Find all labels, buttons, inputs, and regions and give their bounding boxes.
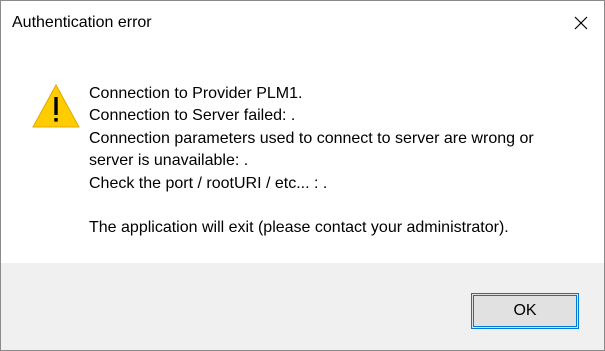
message-line: Connection parameters used to connect to… (89, 129, 534, 147)
ok-button[interactable]: OK (471, 293, 579, 329)
error-message: Connection to Provider PLM1. Connection … (89, 83, 589, 240)
message-line: server is unavailable: . (89, 152, 249, 170)
exit-notice: The application will exit (please contac… (89, 219, 509, 237)
button-bar: OK (1, 263, 604, 350)
title-bar[interactable]: Authentication error (1, 1, 604, 45)
message-line: Connection to Provider PLM1. (89, 85, 303, 102)
close-button[interactable] (558, 1, 604, 45)
message-line: Check the port / rootURI / etc... : . (89, 174, 328, 192)
message-spacer (89, 195, 589, 217)
close-icon (573, 15, 589, 31)
dialog-body: Connection to Provider PLM1. Connection … (1, 45, 604, 263)
message-line: Connection to Server failed: . (89, 107, 296, 125)
dialog-window: Authentication error Connection to Provi… (0, 0, 605, 351)
dialog-title: Authentication error (12, 14, 152, 31)
warning-icon (31, 83, 81, 129)
